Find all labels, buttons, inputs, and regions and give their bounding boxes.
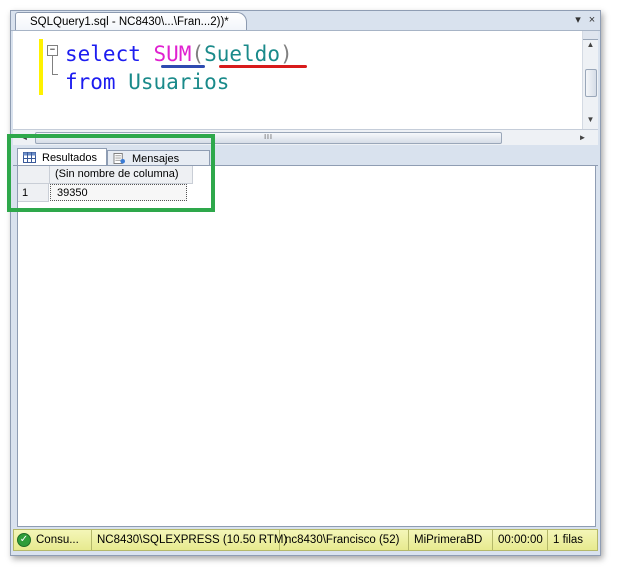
close-paren: ) xyxy=(279,42,293,66)
vertical-scroll-thumb[interactable] xyxy=(585,69,597,97)
code-line-2[interactable]: from Usuarios xyxy=(65,69,229,95)
status-elapsed: 00:00:00 xyxy=(493,530,548,550)
query-window: SQLQuery1.sql - NC8430\...\Fran...2))* ▾… xyxy=(10,10,601,556)
keyword-from: from xyxy=(65,70,116,94)
status-user: nc8430\Francisco (52) xyxy=(280,530,409,550)
open-paren: ( xyxy=(191,42,205,66)
tab-list-dropdown-icon[interactable]: ▾ xyxy=(571,13,585,27)
code-line-1[interactable]: select SUM(Sueldo) xyxy=(65,41,293,67)
check-icon: ✓ xyxy=(17,533,31,547)
keyword-select: select xyxy=(65,42,141,66)
scroll-up-icon[interactable]: ▲ xyxy=(583,40,598,49)
scroll-down-icon[interactable]: ▼ xyxy=(583,115,598,124)
status-rows: 1 filas xyxy=(553,534,584,546)
sum-highlight-underline xyxy=(161,65,205,68)
identifier-sueldo: Sueldo xyxy=(204,42,280,66)
close-tab-icon[interactable]: × xyxy=(585,13,599,27)
collapse-icon[interactable]: − xyxy=(47,45,58,56)
identifier-usuarios: Usuarios xyxy=(128,70,230,94)
vertical-scrollbar[interactable]: ▲ ▼ xyxy=(582,31,598,129)
status-text: Consu... xyxy=(36,534,79,546)
sql-editor[interactable]: − select SUM(Sueldo) from Usuarios ▲ ▼ xyxy=(13,31,598,130)
split-handle[interactable] xyxy=(583,31,598,40)
outline-line-end xyxy=(52,74,58,75)
status-query-state: ✓ Consu... xyxy=(14,530,92,550)
outline-line xyxy=(52,56,53,74)
scroll-right-icon[interactable]: ► xyxy=(575,133,590,142)
annotation-highlight-box xyxy=(7,134,215,212)
changed-lines-marker xyxy=(39,39,43,95)
sueldo-highlight-underline xyxy=(219,65,307,68)
document-tab[interactable]: SQLQuery1.sql - NC8430\...\Fran...2))* xyxy=(15,12,247,30)
document-tab-bar: SQLQuery1.sql - NC8430\...\Fran...2))* ▾… xyxy=(11,11,600,31)
status-database: MiPrimeraBD xyxy=(409,530,493,550)
status-bar: ✓ Consu... NC8430\SQLEXPRESS (10.50 RTM)… xyxy=(13,529,598,551)
function-sum: SUM xyxy=(153,42,192,66)
results-grid[interactable]: (Sin nombre de columna) 1 39350 xyxy=(17,165,596,527)
status-server: NC8430\SQLEXPRESS (10.50 RTM) xyxy=(92,530,287,550)
